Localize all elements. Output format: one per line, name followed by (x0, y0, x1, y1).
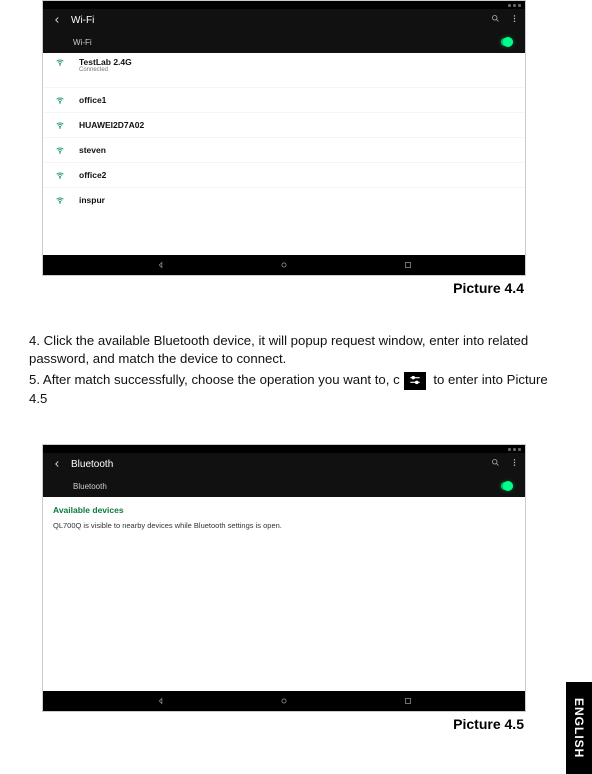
search-icon[interactable] (491, 458, 500, 470)
wifi-network-item[interactable]: office1 (43, 87, 525, 112)
instruction-step-4: 4. Click the available Bluetooth device,… (29, 332, 562, 368)
wifi-ssid: office1 (79, 95, 106, 105)
search-icon[interactable] (491, 14, 500, 26)
nav-recent-icon[interactable] (402, 259, 414, 271)
wifi-ssid: inspur (79, 195, 105, 205)
wifi-icon (51, 170, 69, 180)
nav-recent-icon[interactable] (402, 695, 414, 707)
wifi-header: Wi-Fi (43, 9, 525, 31)
language-tab: ENGLISH (566, 682, 592, 774)
screenshot-wifi: Wi-Fi Wi-Fi (42, 0, 526, 276)
wifi-network-item[interactable]: TestLab 2.4G Connected (43, 53, 525, 87)
wifi-icon (51, 57, 69, 67)
wifi-ssid: office2 (79, 170, 106, 180)
wifi-network-item[interactable]: inspur (43, 187, 525, 212)
wifi-network-item[interactable]: steven (43, 137, 525, 162)
bluetooth-toggle-row[interactable]: Bluetooth (43, 475, 525, 497)
wifi-ssid: steven (79, 145, 106, 155)
status-bar (43, 1, 525, 9)
wifi-network-list: TestLab 2.4G Connected office1 HUAWEI2D7… (43, 53, 525, 212)
nav-back-icon[interactable] (155, 695, 167, 707)
figure-caption-2: Picture 4.5 (453, 716, 524, 732)
language-label: ENGLISH (572, 698, 586, 758)
bluetooth-visible-note: QL700Q is visible to nearby devices whil… (43, 517, 525, 538)
wifi-icon (51, 95, 69, 105)
wifi-icon (51, 145, 69, 155)
bluetooth-header: Bluetooth (43, 453, 525, 475)
nav-back-icon[interactable] (155, 259, 167, 271)
more-icon[interactable] (510, 14, 519, 26)
settings-sliders-icon (404, 372, 426, 390)
wifi-icon (51, 195, 69, 205)
wifi-icon (51, 120, 69, 130)
figure-caption-1: Picture 4.4 (453, 280, 524, 296)
bluetooth-title: Bluetooth (65, 459, 491, 470)
toggle-on-icon[interactable] (501, 38, 513, 46)
wifi-network-item[interactable]: office2 (43, 162, 525, 187)
android-navbar (43, 691, 525, 711)
more-icon[interactable] (510, 458, 519, 470)
toggle-on-icon[interactable] (501, 482, 513, 490)
instruction-step-5: 5. After match successfully, choose the … (29, 371, 562, 407)
wifi-title: Wi-Fi (65, 15, 491, 26)
wifi-toggle-row[interactable]: Wi-Fi (43, 31, 525, 53)
nav-home-icon[interactable] (278, 259, 290, 271)
step5-part-a: 5. After match successfully, choose the … (29, 372, 400, 387)
screenshot-bluetooth: Bluetooth Bluetooth Available devices QL… (42, 444, 526, 712)
nav-home-icon[interactable] (278, 695, 290, 707)
wifi-network-item[interactable]: HUAWEI2D7A02 (43, 112, 525, 137)
status-bar (43, 445, 525, 453)
android-navbar (43, 255, 525, 275)
wifi-toggle-label: Wi-Fi (73, 38, 92, 47)
bluetooth-toggle-label: Bluetooth (73, 482, 107, 491)
wifi-ssid: HUAWEI2D7A02 (79, 120, 144, 130)
available-devices-label: Available devices (43, 497, 525, 517)
wifi-ssid: TestLab 2.4G (79, 57, 132, 67)
back-icon[interactable] (49, 459, 65, 469)
wifi-sub: Connected (79, 67, 132, 73)
back-icon[interactable] (49, 15, 65, 25)
